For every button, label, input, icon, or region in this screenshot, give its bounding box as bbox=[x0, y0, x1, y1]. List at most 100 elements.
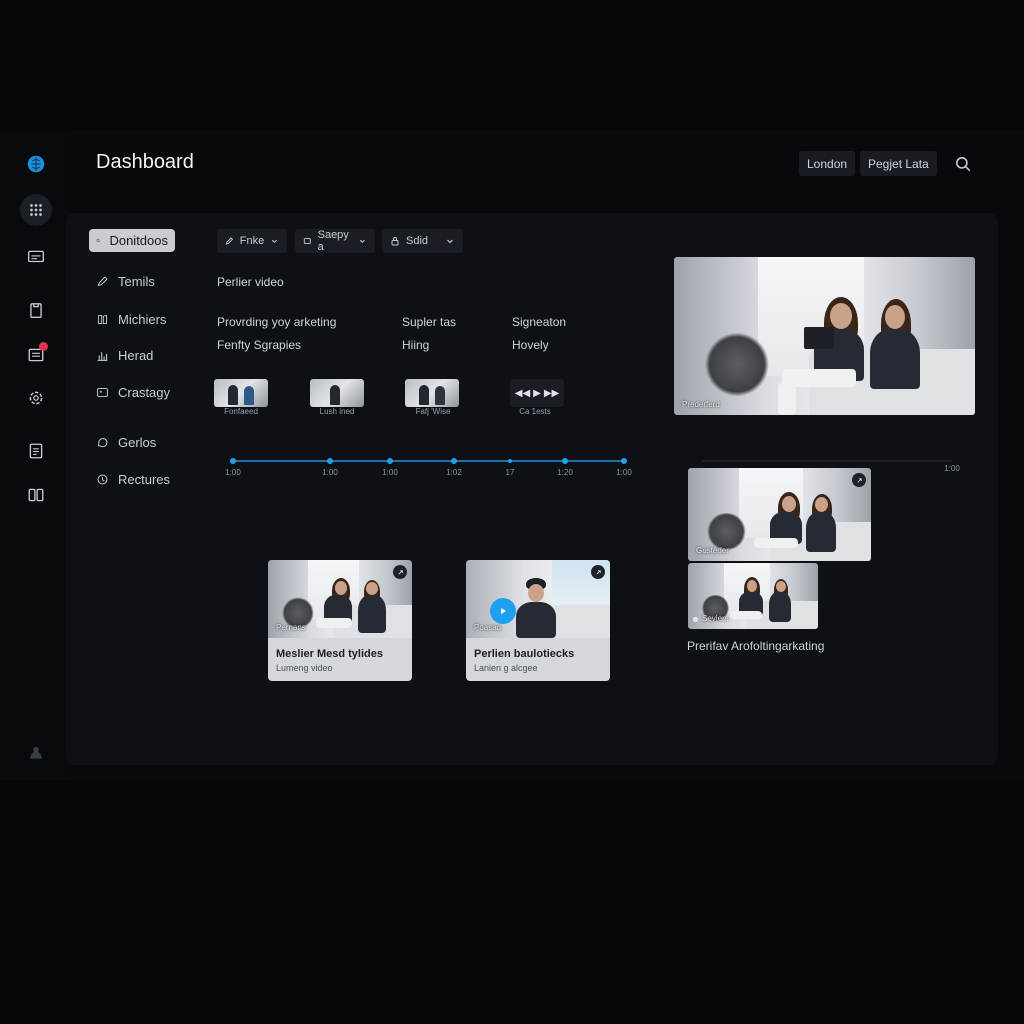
brain-logo-icon[interactable] bbox=[20, 148, 52, 180]
nav-item-donitdoos[interactable]: Donitdoos bbox=[89, 229, 175, 252]
timeline-marker bbox=[451, 458, 457, 464]
filter-label: Saepy a bbox=[317, 229, 349, 253]
row-text[interactable]: Signeaton bbox=[512, 315, 566, 329]
timeline-label: 1:00 bbox=[225, 468, 241, 477]
timeline-label: 1:00 bbox=[322, 468, 338, 477]
timeline-marker bbox=[508, 459, 512, 463]
preview-caption: Gusteder bbox=[696, 546, 729, 555]
timeline-marker bbox=[230, 458, 236, 464]
profile-icon[interactable] bbox=[20, 737, 52, 769]
notification-badge bbox=[39, 342, 48, 351]
box-icon bbox=[303, 237, 311, 245]
card-caption: Poasad bbox=[474, 623, 502, 632]
expand-icon[interactable] bbox=[393, 565, 407, 579]
main-video-preview[interactable]: Prederferd bbox=[674, 257, 975, 415]
nav-item-label: Michiers bbox=[118, 311, 167, 327]
chart-icon bbox=[97, 351, 108, 361]
video-card[interactable]: Poasad Perlien baulotiecks Lanien g alcg… bbox=[466, 560, 610, 681]
chevron-down-icon bbox=[447, 239, 453, 244]
nav-item-label: Temils bbox=[118, 273, 155, 289]
timeline-marker bbox=[387, 458, 393, 464]
video-card[interactable]: Pernans Meslier Mesd tylides Lumeng vide… bbox=[268, 560, 412, 681]
preview-title[interactable]: Prerifav Arofoltingarkating bbox=[687, 639, 824, 653]
pen-icon bbox=[97, 275, 108, 286]
record-icon bbox=[692, 616, 699, 623]
image-icon bbox=[97, 387, 108, 397]
gear-icon[interactable] bbox=[20, 382, 52, 414]
play-icon[interactable]: ▶ bbox=[533, 388, 541, 399]
monitor-icon[interactable] bbox=[20, 241, 52, 273]
forward-icon[interactable]: ▶▶ bbox=[544, 388, 559, 399]
secondary-timeline-track[interactable] bbox=[700, 456, 962, 466]
card-title: Meslier Mesd tylides bbox=[276, 648, 383, 660]
secondary-preview-top[interactable]: Gusteder bbox=[688, 468, 871, 561]
split-icon[interactable] bbox=[20, 479, 52, 511]
timeline-label: 1:02 bbox=[446, 468, 462, 477]
notes-icon[interactable] bbox=[20, 339, 52, 371]
section-title: Perlier video bbox=[217, 275, 284, 289]
chat-icon bbox=[97, 437, 108, 447]
timeline-marker bbox=[327, 458, 333, 464]
grid-icon[interactable] bbox=[20, 194, 52, 226]
row-text[interactable]: Provrding yoy arketing bbox=[217, 315, 336, 329]
nav-item-gerlos[interactable]: Gerlos bbox=[89, 430, 163, 454]
nav-item-temils[interactable]: Temils bbox=[89, 269, 162, 293]
clipboard-icon[interactable] bbox=[20, 294, 52, 326]
expand-icon[interactable] bbox=[591, 565, 605, 579]
thumbnail-caption: Fonfaeed bbox=[224, 407, 258, 416]
row-text[interactable]: Hovely bbox=[512, 338, 549, 352]
row-text[interactable]: Hiing bbox=[402, 338, 429, 352]
preview-caption: Seviers bbox=[702, 614, 729, 623]
row-text[interactable]: Supler tas bbox=[402, 315, 456, 329]
timeline-label: 1:20 bbox=[557, 468, 573, 477]
expand-icon[interactable] bbox=[852, 473, 866, 487]
timeline-scrubber[interactable]: 1:00 1:00 1:00 1:02 17 1:20 1:00 bbox=[225, 454, 632, 484]
filter-dropdown-3[interactable]: Sdid bbox=[382, 229, 463, 253]
nav-item-crastagy[interactable]: Crastagy bbox=[89, 380, 177, 404]
card-subtitle: Lumeng video bbox=[276, 663, 333, 673]
card-thumbnail: Poasad bbox=[466, 560, 610, 638]
filter-label: Sdid bbox=[406, 235, 429, 247]
left-rail bbox=[0, 130, 70, 780]
card-title: Perlien baulotiecks bbox=[474, 648, 575, 660]
timeline-label: 1:00 bbox=[944, 464, 960, 473]
play-button[interactable] bbox=[490, 598, 516, 624]
card-thumbnail: Pernans bbox=[268, 560, 412, 638]
nav-item-rectures[interactable]: Rectures bbox=[89, 467, 177, 491]
card-subtitle: Lanien g alcgee bbox=[474, 663, 538, 673]
nav-item-label: Rectures bbox=[118, 471, 171, 487]
thumbnail-caption: Fafj 'Wise bbox=[415, 407, 451, 416]
timeline-marker bbox=[621, 458, 627, 464]
timeline-label: 1:00 bbox=[382, 468, 398, 477]
nav-item-label: Herad bbox=[118, 347, 154, 363]
book-icon bbox=[97, 314, 108, 324]
nav-item-label: Crastagy bbox=[118, 384, 171, 400]
rewind-icon[interactable]: ◀◀ bbox=[515, 388, 530, 399]
row-text[interactable]: Fenfty Sgrapies bbox=[217, 338, 301, 352]
media-controls[interactable]: ◀◀ ▶ ▶▶ bbox=[510, 379, 564, 407]
video-thumbnail[interactable] bbox=[310, 379, 364, 407]
timeline-label: 17 bbox=[505, 468, 515, 477]
nav-item-label: Gerlos bbox=[118, 434, 157, 450]
clock-icon bbox=[97, 474, 108, 484]
location-button[interactable]: London bbox=[799, 151, 856, 176]
video-thumbnail[interactable] bbox=[214, 379, 268, 407]
thumbnail-caption: Lush ined bbox=[319, 407, 355, 416]
filter-dropdown-2[interactable]: Saepy a bbox=[295, 229, 375, 253]
document-icon[interactable] bbox=[20, 435, 52, 467]
page-data-button[interactable]: Pegjet Lata bbox=[860, 151, 937, 176]
video-thumbnail[interactable] bbox=[405, 379, 459, 407]
timeline-label: 1:00 bbox=[616, 468, 632, 477]
search-icon bbox=[96, 238, 101, 243]
nav-item-michiers[interactable]: Michiers bbox=[89, 307, 173, 331]
filter-dropdown-1[interactable]: Fnke bbox=[217, 229, 287, 253]
timeline-track[interactable] bbox=[228, 454, 628, 468]
search-icon[interactable] bbox=[954, 155, 972, 173]
secondary-preview-bottom[interactable]: Seviers bbox=[688, 563, 818, 629]
nav-item-herad[interactable]: Herad bbox=[89, 343, 160, 367]
play-icon bbox=[501, 608, 506, 614]
pen-icon bbox=[225, 237, 234, 245]
chevron-down-icon bbox=[360, 239, 366, 244]
card-caption: Pernans bbox=[276, 623, 306, 632]
chevron-down-icon bbox=[272, 239, 278, 244]
